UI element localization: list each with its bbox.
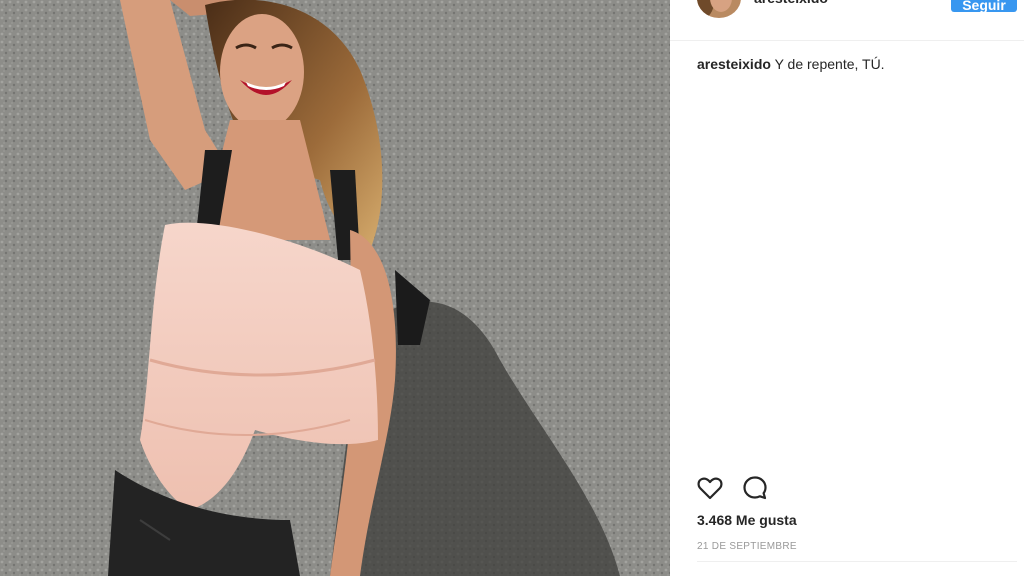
post-date[interactable]: 21 DE SEPTIEMBRE [697,541,797,552]
post-photo[interactable] [0,0,670,576]
follow-button[interactable]: Seguir [951,0,1017,13]
divider [697,561,1017,562]
comment-icon[interactable] [741,474,771,504]
caption-username[interactable]: aresteixido [697,56,771,72]
post-caption: aresteixido Y de repente, TÚ. [697,55,885,73]
like-count[interactable]: 3.468 Me gusta [697,512,797,528]
post-actions [697,474,1017,504]
header-username[interactable]: aresteixido [754,0,828,6]
photo-illustration [0,0,670,576]
post-sidebar: aresteixido Seguir aresteixido Y de repe… [670,0,1024,576]
post-header: aresteixido Seguir [670,0,1024,41]
heart-icon[interactable] [696,474,726,504]
caption-text: Y de repente, TÚ. [770,56,885,72]
avatar[interactable] [697,0,741,18]
